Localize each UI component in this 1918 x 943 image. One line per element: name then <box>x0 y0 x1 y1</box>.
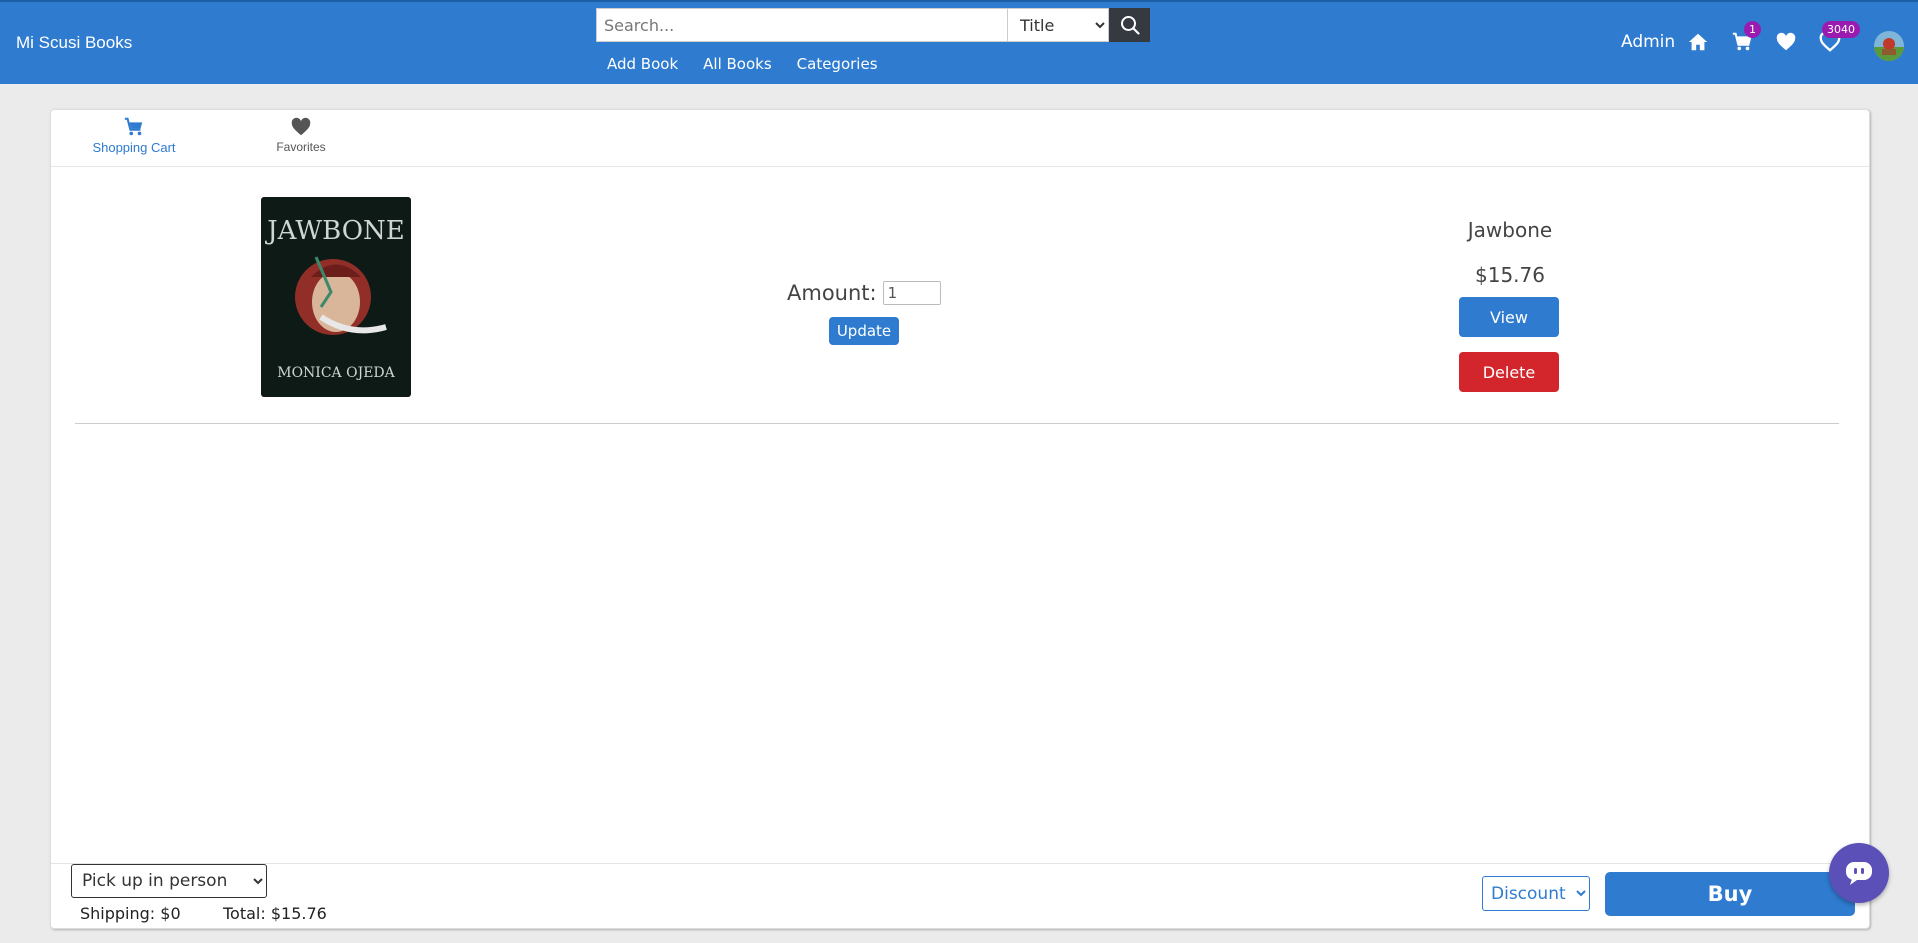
search-field-select[interactable]: Title <box>1007 8 1109 42</box>
order-total: Total: $15.76 <box>223 904 327 923</box>
amount-input[interactable] <box>882 281 941 305</box>
chat-widget-button[interactable] <box>1829 843 1889 903</box>
search-button[interactable] <box>1109 8 1150 42</box>
nav-add-book[interactable]: Add Book <box>607 55 678 73</box>
book-cover-image[interactable]: JAWBONE MONICA OJEDA <box>261 197 411 397</box>
chat-icon <box>1846 862 1872 885</box>
nav-categories[interactable]: Categories <box>797 55 878 73</box>
book-title: Jawbone <box>1467 218 1553 242</box>
tab-shopping-cart[interactable]: Shopping Cart <box>89 116 179 155</box>
amount-control: Amount: <box>787 281 941 305</box>
home-icon[interactable] <box>1687 31 1709 53</box>
avatar[interactable] <box>1874 31 1904 61</box>
nav-links: Add Book All Books Categories <box>607 55 903 73</box>
heart-icon <box>291 117 311 136</box>
heart-icon[interactable] <box>1775 31 1797 53</box>
delete-button[interactable]: Delete <box>1459 352 1559 392</box>
book-price: $15.76 <box>1475 263 1545 287</box>
tab-favorites-label: Favorites <box>276 140 326 154</box>
view-button[interactable]: View <box>1459 297 1559 337</box>
search-input[interactable] <box>596 8 1007 42</box>
amount-label: Amount: <box>787 281 877 305</box>
cart-icon <box>124 117 143 136</box>
top-navbar: Mi Scusi Books Title Add Book All Books … <box>0 0 1918 84</box>
brand-link[interactable]: Mi Scusi Books <box>16 33 132 53</box>
shipping-method-select[interactable]: Pick up in person <box>71 864 267 898</box>
update-button[interactable]: Update <box>829 317 899 345</box>
search-bar: Title <box>596 8 1150 42</box>
cart-item-row: JAWBONE MONICA OJEDA Amount: Update Jawb… <box>75 166 1839 424</box>
cart-footer: Pick up in person Shipping: $0 Total: $1… <box>51 863 1869 929</box>
buy-button[interactable]: Buy <box>1605 872 1855 916</box>
tab-shopping-cart-label: Shopping Cart <box>92 140 176 155</box>
cart-tabs: Shopping Cart Favorites <box>51 110 1869 167</box>
cart-card: Shopping Cart Favorites JAWBONE MONICA O… <box>50 109 1870 929</box>
admin-link[interactable]: Admin <box>1621 32 1675 52</box>
notifications-badge: 3040 <box>1822 21 1860 38</box>
search-icon <box>1120 16 1140 35</box>
discount-select[interactable]: Discount <box>1482 876 1590 911</box>
cover-author-text: MONICA OJEDA <box>277 365 395 381</box>
tab-favorites[interactable]: Favorites <box>271 116 331 154</box>
cart-count-badge: 1 <box>1744 21 1761 38</box>
cover-title-text: JAWBONE <box>264 216 405 246</box>
nav-all-books[interactable]: All Books <box>703 55 772 73</box>
shipping-cost: Shipping: $0 <box>80 904 181 923</box>
